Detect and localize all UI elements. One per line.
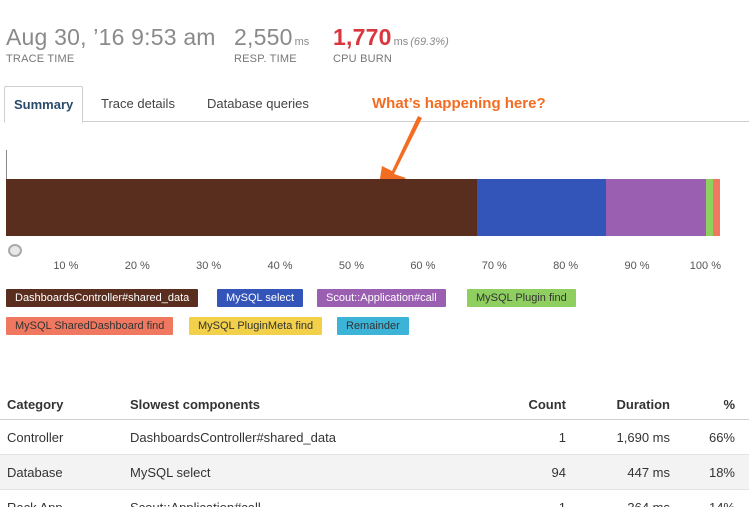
response-time-value: 2,550 bbox=[234, 24, 293, 50]
row-component: MySQL select bbox=[130, 465, 211, 480]
legend-item[interactable]: MySQL SharedDashboard find bbox=[6, 317, 174, 335]
x-tick-label: 60 % bbox=[410, 260, 436, 272]
x-tick-label: 40 % bbox=[267, 260, 293, 272]
x-tick-label: 20 % bbox=[124, 260, 150, 272]
row-percent: 14% bbox=[709, 490, 735, 507]
timeline-segment-1[interactable] bbox=[477, 179, 606, 236]
row-percent: 18% bbox=[708, 465, 735, 480]
timeline-segment-4[interactable] bbox=[712, 179, 720, 236]
tab-summary[interactable]: Summary bbox=[4, 86, 84, 123]
table-row[interactable]: Rack App Scout::Application#call 1 364 m… bbox=[0, 490, 749, 507]
cpu-burn-label: CPU BURN bbox=[333, 53, 393, 65]
x-tick-label: 70 % bbox=[481, 260, 507, 272]
row-category: Controller bbox=[7, 430, 64, 445]
trace-time-metric: Aug 30, ’16 9:53 am TRACE TIME bbox=[6, 24, 216, 65]
x-tick-label: 50 % bbox=[338, 260, 364, 272]
row-category: Rack App bbox=[7, 490, 63, 507]
x-tick-label: 30 % bbox=[196, 260, 222, 272]
legend-item[interactable]: MySQL PluginMeta find bbox=[189, 317, 323, 335]
components-table: Category Slowest components Count Durati… bbox=[0, 390, 749, 507]
row-component: Scout::Application#call bbox=[130, 490, 261, 507]
x-tick-label: 90 % bbox=[624, 260, 650, 272]
timeline-bar bbox=[6, 179, 720, 236]
legend-item[interactable]: MySQL select bbox=[217, 289, 304, 307]
tab-trace-details[interactable]: Trace details bbox=[92, 86, 184, 122]
cpu-burn-value: 1,770 bbox=[333, 24, 392, 50]
table-header-row: Category Slowest components Count Durati… bbox=[0, 390, 749, 420]
row-count: 1 bbox=[559, 490, 566, 507]
response-time-unit: ms bbox=[294, 36, 310, 48]
row-component: DashboardsController#shared_data bbox=[130, 430, 336, 445]
annotation-callout: What’s happening here? bbox=[372, 95, 546, 112]
legend-item[interactable]: DashboardsController#shared_data bbox=[6, 289, 199, 307]
timeline-chart: 10 % 20 % 30 % 40 % 50 % 60 % 70 % 80 % 90 % 100 … bbox=[6, 150, 721, 280]
row-category: Database bbox=[7, 465, 63, 480]
row-count: 94 bbox=[551, 465, 566, 480]
timeline-segment-3[interactable] bbox=[705, 179, 713, 236]
cpu-burn-metric: 1,770 ms (69.3%) CPU BURN bbox=[333, 24, 449, 65]
trace-time-label: TRACE TIME bbox=[6, 53, 75, 65]
row-duration: 1,690 ms bbox=[616, 430, 670, 445]
table-row[interactable]: Controller DashboardsController#shared_d… bbox=[0, 420, 749, 455]
header-count[interactable]: Count bbox=[528, 390, 566, 420]
header-duration[interactable]: Duration bbox=[617, 390, 670, 420]
table-row[interactable]: Database MySQL select 94 447 ms 18% bbox=[0, 455, 749, 490]
row-percent: 66% bbox=[708, 430, 735, 445]
chart-legend: DashboardsController#shared_data MySQL se… bbox=[6, 289, 746, 339]
trace-time-value: Aug 30, ’16 9:53 am bbox=[6, 24, 216, 50]
legend-item[interactable]: Remainder bbox=[337, 317, 409, 335]
x-tick-label: 10 % bbox=[53, 260, 79, 272]
row-duration: 364 ms bbox=[627, 490, 670, 507]
x-tick-label: 100 % bbox=[689, 260, 721, 272]
timeline-segment-0[interactable] bbox=[6, 179, 478, 236]
cpu-burn-unit: ms bbox=[393, 36, 409, 48]
tab-database-queries[interactable]: Database queries bbox=[198, 86, 318, 122]
header-percent[interactable]: % bbox=[723, 390, 735, 420]
header-components[interactable]: Slowest components bbox=[130, 390, 260, 420]
row-duration: 447 ms bbox=[627, 465, 670, 480]
timeline-scrubber-handle[interactable] bbox=[8, 244, 22, 257]
row-count: 1 bbox=[558, 430, 566, 445]
legend-item[interactable]: MySQL Plugin find bbox=[467, 289, 576, 307]
x-tick-label: 80 % bbox=[553, 260, 579, 272]
legend-item[interactable]: Scout::Application#call bbox=[317, 289, 446, 307]
cpu-burn-percent: (69.3%) bbox=[410, 36, 449, 48]
timeline-segment-2[interactable] bbox=[605, 179, 706, 236]
response-time-metric: 2,550 ms RESP. TIME bbox=[234, 24, 309, 65]
response-time-label: RESP. TIME bbox=[234, 53, 297, 65]
header-category[interactable]: Category bbox=[7, 390, 63, 420]
